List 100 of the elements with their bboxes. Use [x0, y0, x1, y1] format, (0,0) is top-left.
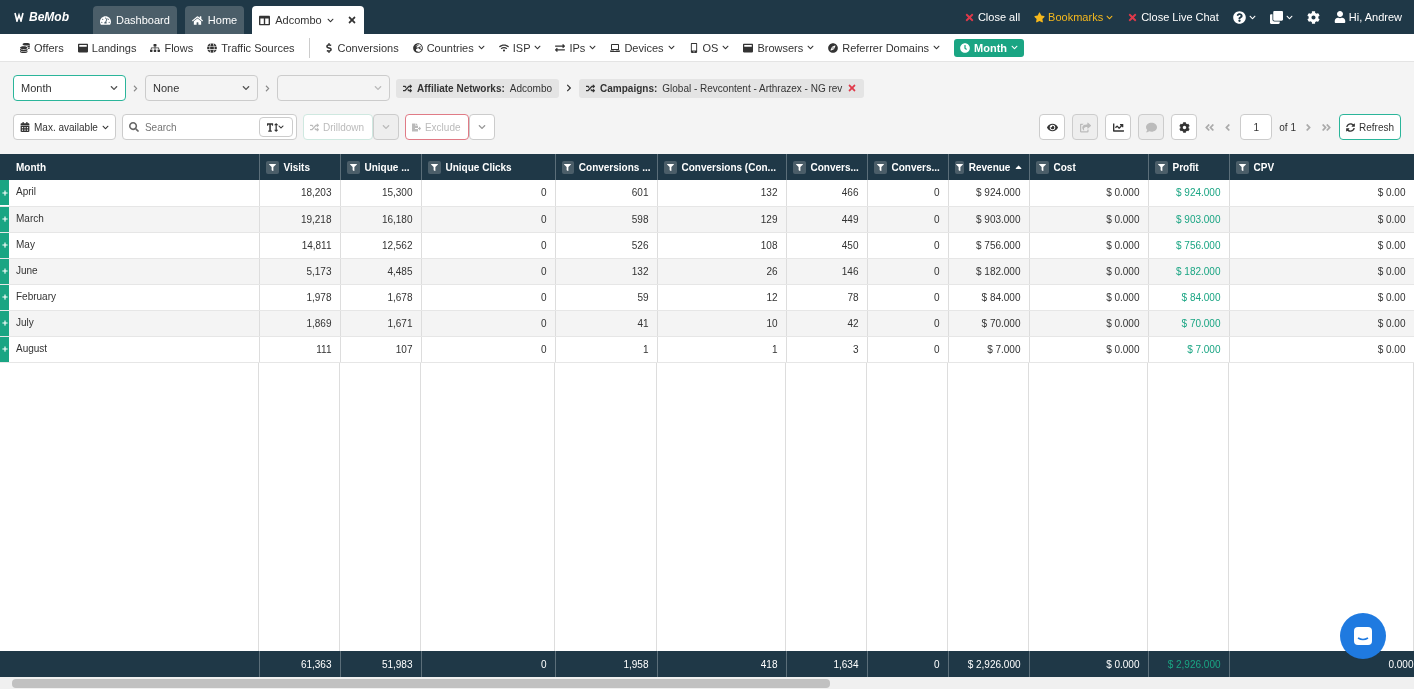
- table-cell: $ 0.00: [1229, 180, 1414, 206]
- filter-icon[interactable]: [954, 160, 964, 174]
- page-field[interactable]: 1: [1240, 114, 1273, 140]
- column-header[interactable]: CPV: [1229, 154, 1414, 180]
- table-cell: $ 7.000: [948, 336, 1029, 362]
- expand-icon[interactable]: [0, 180, 9, 206]
- table-cell: $ 756.000: [948, 232, 1029, 258]
- filter-icon[interactable]: [792, 160, 806, 174]
- breadcrumb[interactable]: Campaigns: Global - Revcontent - Arthrazex - NG rev: [579, 78, 865, 98]
- caret-icon: [667, 44, 675, 51]
- column-header[interactable]: Month: [0, 154, 259, 180]
- filter-icon[interactable]: [346, 160, 360, 174]
- user-menu[interactable]: Hi, Andrew: [1333, 11, 1402, 23]
- group-select[interactable]: None: [145, 75, 258, 101]
- table-cell: $ 0.00: [1229, 310, 1414, 336]
- column-header[interactable]: Revenue: [948, 154, 1029, 180]
- search-bar[interactable]: Search: [121, 114, 297, 140]
- column-header[interactable]: Conversions (Con...: [657, 154, 786, 180]
- close-chat-button[interactable]: Close Live Chat: [1127, 11, 1219, 23]
- eye-icon[interactable]: [1039, 114, 1066, 140]
- table-cell: 59: [555, 284, 657, 310]
- nav-item[interactable]: Devices: [610, 41, 675, 54]
- total-cell: 1,958: [555, 651, 657, 677]
- filter-icon[interactable]: [427, 160, 441, 174]
- table-cell: 42: [786, 310, 867, 336]
- tab[interactable]: Adcombo: [252, 6, 364, 34]
- text-type-button[interactable]: [258, 117, 293, 137]
- filter-icon[interactable]: [561, 160, 574, 174]
- filter-icon[interactable]: [1154, 160, 1168, 174]
- close-icon[interactable]: [346, 15, 357, 25]
- bookmarks-menu[interactable]: Bookmarks: [1034, 11, 1114, 23]
- column-header[interactable]: Profit: [1148, 154, 1229, 180]
- filter-icon[interactable]: [1235, 160, 1249, 174]
- nav-item[interactable]: Landings: [77, 41, 137, 54]
- table-cell: 0: [421, 284, 555, 310]
- nav-item[interactable]: Browsers: [743, 41, 815, 54]
- total-cell: 51,983: [340, 651, 421, 677]
- nav-item[interactable]: Countries: [412, 41, 485, 54]
- table-cell: 0: [867, 284, 948, 310]
- table-cell: 601: [555, 180, 657, 206]
- tab[interactable]: Home: [184, 6, 245, 34]
- tab[interactable]: Dashboard: [93, 6, 177, 34]
- column-header[interactable]: Cost: [1029, 154, 1148, 180]
- filter-icon[interactable]: [663, 160, 677, 174]
- scrollbar[interactable]: [12, 678, 830, 688]
- table-cell: 111: [259, 336, 340, 362]
- filter-icon[interactable]: [265, 160, 279, 174]
- table-cell: 0: [421, 336, 555, 362]
- filter-icon[interactable]: [1035, 160, 1049, 174]
- laptop-icon: [610, 42, 621, 53]
- breadcrumb[interactable]: Affiliate Networks: Adcombo: [396, 78, 560, 98]
- remove-icon[interactable]: [847, 83, 858, 93]
- gauge-icon: [100, 14, 111, 26]
- chart-icon[interactable]: [1105, 114, 1132, 140]
- date-range-button[interactable]: Max. available: [13, 114, 116, 140]
- total-cell: 1,634: [786, 651, 867, 677]
- nav-item[interactable]: Traffic Sources: [207, 41, 295, 54]
- table-cell: 18,203: [259, 180, 340, 206]
- refresh-button[interactable]: Refresh: [1339, 114, 1401, 140]
- table-cell: 0: [867, 336, 948, 362]
- search-icon: [128, 122, 139, 132]
- nav-item[interactable]: Flows: [150, 41, 194, 54]
- table-cell: $ 924.000: [948, 180, 1029, 206]
- nav-item[interactable]: Offers: [20, 41, 64, 54]
- nav-item[interactable]: ISP: [498, 41, 542, 54]
- column-header[interactable]: Unique ...: [340, 154, 421, 180]
- nav-item[interactable]: IPs: [555, 41, 597, 54]
- settings-icon[interactable]: [1171, 114, 1198, 140]
- column-header[interactable]: Convers...: [786, 154, 867, 180]
- settings-icon[interactable]: [1306, 10, 1320, 24]
- table-cell: $ 0.000: [1029, 206, 1148, 232]
- column-header[interactable]: Conversions ...: [555, 154, 657, 180]
- nav-item[interactable]: OS: [688, 41, 730, 54]
- shuffle-icon: [309, 122, 319, 132]
- table-cell: $ 0.00: [1229, 206, 1414, 232]
- chevron-icon: [565, 84, 574, 92]
- table-cell: 0: [867, 232, 948, 258]
- table-cell: 0: [867, 206, 948, 232]
- column-header[interactable]: Visits: [259, 154, 340, 180]
- group-select[interactable]: Month: [13, 75, 126, 101]
- table-cell: $ 0.000: [1029, 232, 1148, 258]
- windows-menu[interactable]: [1269, 10, 1293, 24]
- column-header[interactable]: Convers...: [867, 154, 948, 180]
- caret-icon[interactable]: [468, 114, 495, 140]
- help-menu[interactable]: [1232, 10, 1256, 24]
- chat-icon: [1353, 626, 1373, 646]
- nav-item[interactable]: Conversions: [323, 41, 399, 54]
- table-cell: $ 903.000: [948, 206, 1029, 232]
- search-field[interactable]: Search: [142, 120, 255, 134]
- brand-logo[interactable]: BeMob: [14, 10, 69, 24]
- column-header[interactable]: Unique Clicks: [421, 154, 555, 180]
- caret-icon: [101, 123, 109, 131]
- filter-icon[interactable]: [873, 160, 887, 174]
- close-all-button[interactable]: Close all: [963, 11, 1021, 23]
- table-cell: 449: [786, 206, 867, 232]
- table-cell: $ 0.000: [1029, 336, 1148, 362]
- nav-item[interactable]: Referrer Domains: [828, 41, 941, 54]
- table-cell: 0: [867, 180, 948, 206]
- table-cell: 450: [786, 232, 867, 258]
- table-cell: 0: [421, 310, 555, 336]
